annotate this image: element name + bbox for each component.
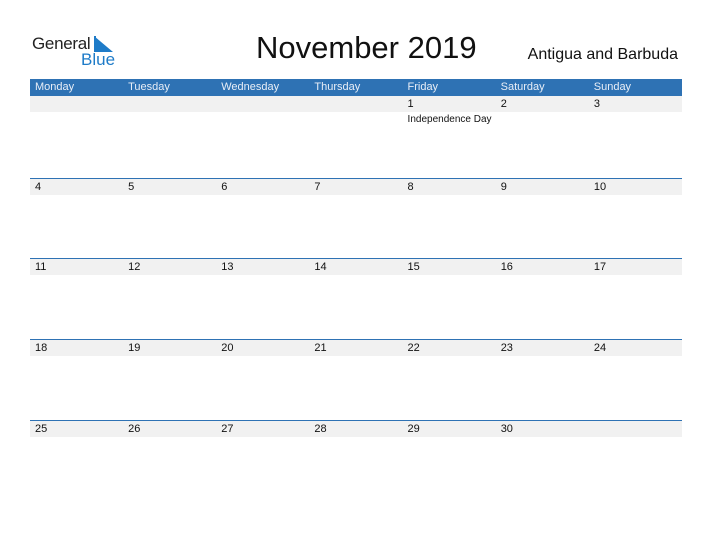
- day-number: 12: [128, 261, 141, 273]
- day-number: 9: [500, 181, 507, 193]
- day-number: 14: [314, 261, 327, 273]
- holiday-label: Independence Day: [407, 114, 492, 125]
- logo-word-blue: Blue: [81, 50, 116, 69]
- day-cell: [589, 421, 682, 501]
- country-name: Antigua and Barbuda: [527, 46, 678, 63]
- day-cell: 27: [216, 421, 309, 501]
- day-number: 4: [35, 181, 42, 193]
- day-cell: 23: [496, 340, 589, 420]
- day-cell: 18: [30, 340, 123, 420]
- day-number: 18: [35, 342, 48, 354]
- day-number: 7: [314, 181, 321, 193]
- day-cell: 3: [589, 96, 682, 176]
- week-row: 25 26 27 28 29 30: [30, 420, 682, 502]
- weekday-wednesday: Wednesday: [221, 81, 280, 93]
- weekday-saturday: Saturday: [500, 81, 545, 93]
- day-cell: 24: [589, 340, 682, 420]
- day-number: 11: [35, 261, 47, 273]
- day-number: 16: [500, 261, 513, 273]
- week-row: 18 19 20 21 22 23 24: [30, 339, 682, 421]
- weekday-header: Monday Tuesday Wednesday Thursday Friday…: [30, 79, 682, 96]
- day-cell: [216, 96, 309, 176]
- day-cell: 6: [216, 179, 309, 259]
- weekday-friday: Friday: [407, 81, 439, 93]
- day-cell: 30: [496, 421, 589, 501]
- day-cell: 29: [403, 421, 496, 501]
- day-number: 17: [593, 261, 607, 273]
- day-cell: 22: [403, 340, 496, 420]
- day-number: 5: [128, 181, 135, 193]
- day-cell: 25: [30, 421, 123, 501]
- day-cell: 1 Independence Day: [403, 96, 496, 176]
- day-number: 10: [593, 181, 607, 193]
- week-row: 4 5 6 7 8 9 10: [30, 178, 682, 260]
- day-number: 1: [407, 98, 414, 110]
- weekday-monday: Monday: [35, 81, 75, 93]
- day-cell: 7: [309, 179, 402, 259]
- day-cell: 12: [123, 259, 216, 339]
- day-number: 6: [221, 181, 228, 193]
- day-cell: 19: [123, 340, 216, 420]
- day-number: 27: [221, 423, 234, 435]
- calendar-title: November 2019: [256, 30, 477, 65]
- day-number: 22: [407, 342, 420, 354]
- weekday-thursday: Thursday: [314, 81, 361, 93]
- day-cell: 10: [589, 179, 682, 259]
- day-number: 30: [500, 423, 513, 435]
- day-cell: 14: [309, 259, 402, 339]
- day-number: 25: [35, 423, 48, 435]
- generalblue-logo: General Blue: [32, 34, 122, 70]
- triangle-flag-icon: [94, 36, 113, 52]
- day-cell: 16: [496, 259, 589, 339]
- day-number: 24: [593, 342, 607, 354]
- day-cell: 9: [496, 179, 589, 259]
- day-number: 13: [221, 261, 234, 273]
- week-row: 11 12 13 14 15 16 17: [30, 258, 682, 340]
- day-number: 20: [221, 342, 234, 354]
- day-cell: 8: [403, 179, 496, 259]
- day-cell: 4: [30, 179, 123, 259]
- day-number: 26: [128, 423, 141, 435]
- day-number: 3: [593, 98, 600, 110]
- day-number: 23: [500, 342, 513, 354]
- day-cell: 15: [403, 259, 496, 339]
- day-cell: 26: [123, 421, 216, 501]
- day-number: 15: [407, 261, 420, 273]
- day-number: 8: [407, 181, 414, 193]
- day-number: 21: [314, 342, 327, 354]
- day-cell: [309, 96, 402, 176]
- weekday-tuesday: Tuesday: [128, 81, 170, 93]
- day-cell: 2: [496, 96, 589, 176]
- day-cell: 13: [216, 259, 309, 339]
- day-cell: 17: [589, 259, 682, 339]
- day-number: 28: [314, 423, 327, 435]
- day-cell: [123, 96, 216, 176]
- weekday-sunday: Sunday: [593, 81, 632, 93]
- day-cell: 21: [309, 340, 402, 420]
- day-number: 29: [407, 423, 420, 435]
- day-cell: 28: [309, 421, 402, 501]
- day-cell: [30, 96, 123, 176]
- day-number: 19: [128, 342, 141, 354]
- day-cell: 11: [30, 259, 123, 339]
- day-cell: 5: [123, 179, 216, 259]
- week-row: 1 Independence Day 2 3: [30, 96, 682, 177]
- day-number: 2: [500, 98, 507, 110]
- day-cell: 20: [216, 340, 309, 420]
